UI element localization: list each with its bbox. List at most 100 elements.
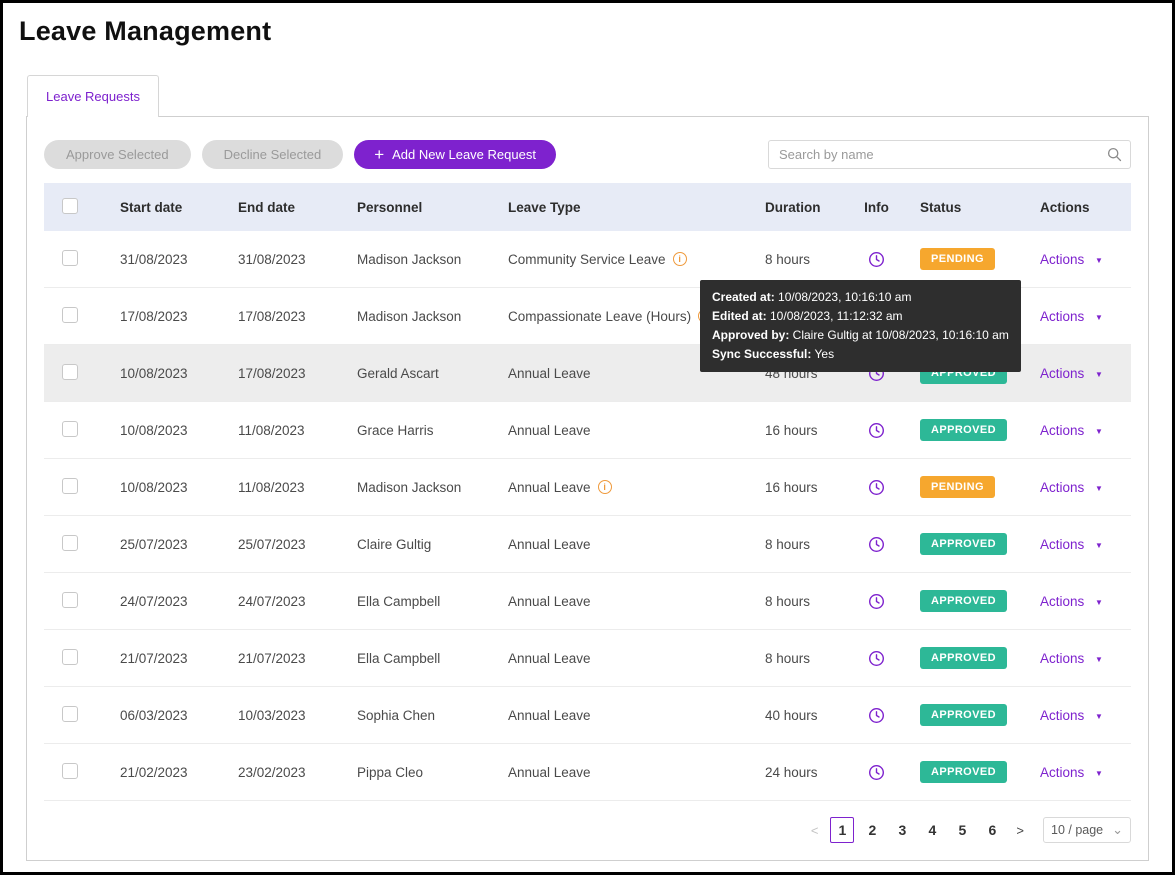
status-badge: APPROVED bbox=[920, 590, 1007, 612]
leave-info-icon[interactable]: i bbox=[598, 480, 612, 494]
caret-down-icon: ▼ bbox=[1095, 712, 1103, 721]
personnel-cell: Ella Campbell bbox=[341, 594, 492, 609]
actions-link-label: Actions bbox=[1040, 309, 1084, 324]
add-leave-request-button[interactable]: + Add New Leave Request bbox=[354, 140, 556, 169]
actions-link[interactable]: Actions ▼ bbox=[1040, 252, 1103, 267]
row-checkbox[interactable] bbox=[62, 250, 78, 266]
actions-link[interactable]: Actions ▼ bbox=[1040, 480, 1103, 495]
status-cell: APPROVED bbox=[904, 761, 1024, 783]
duration-cell: 8 hours bbox=[749, 594, 849, 609]
start-date-cell: 21/07/2023 bbox=[104, 651, 222, 666]
leave-info-icon[interactable]: i bbox=[673, 252, 687, 266]
actions-link-label: Actions bbox=[1040, 252, 1084, 267]
page-button-5[interactable]: 5 bbox=[950, 817, 974, 843]
personnel-cell: Sophia Chen bbox=[341, 708, 492, 723]
start-date-cell: 10/08/2023 bbox=[104, 366, 222, 381]
row-checkbox[interactable] bbox=[62, 592, 78, 608]
actions-link-label: Actions bbox=[1040, 651, 1084, 666]
tooltip: Created at: 10/08/2023, 10:16:10 amEdite… bbox=[700, 280, 1021, 372]
info-cell bbox=[849, 764, 904, 781]
info-cell bbox=[849, 650, 904, 667]
decline-selected-button[interactable]: Decline Selected bbox=[202, 140, 344, 169]
caret-down-icon: ▼ bbox=[1095, 313, 1103, 322]
toolbar: Approve Selected Decline Selected + Add … bbox=[44, 140, 1131, 169]
actions-link-label: Actions bbox=[1040, 765, 1084, 780]
clock-icon[interactable] bbox=[868, 650, 885, 667]
actions-link-label: Actions bbox=[1040, 537, 1084, 552]
caret-down-icon: ▼ bbox=[1095, 370, 1103, 379]
actions-cell: Actions ▼ bbox=[1024, 423, 1131, 438]
actions-link-label: Actions bbox=[1040, 594, 1084, 609]
pagination: < 123456 > 10 / page ⌄ bbox=[44, 817, 1131, 843]
leave-type-cell: Annual Leave bbox=[492, 594, 749, 609]
actions-link[interactable]: Actions ▼ bbox=[1040, 537, 1103, 552]
col-header-start-date: Start date bbox=[104, 200, 222, 215]
select-all-checkbox[interactable] bbox=[62, 198, 78, 214]
page-size-select[interactable]: 10 / page ⌄ bbox=[1043, 817, 1131, 843]
page-button-2[interactable]: 2 bbox=[860, 817, 884, 843]
end-date-cell: 11/08/2023 bbox=[222, 423, 341, 438]
page-button-3[interactable]: 3 bbox=[890, 817, 914, 843]
page-button-6[interactable]: 6 bbox=[980, 817, 1004, 843]
table-header: Start date End date Personnel Leave Type… bbox=[44, 183, 1131, 231]
clock-icon[interactable] bbox=[868, 536, 885, 553]
clock-icon[interactable] bbox=[868, 251, 885, 268]
table-row: 10/08/2023 11/08/2023 Grace Harris Annua… bbox=[44, 402, 1131, 459]
start-date-cell: 17/08/2023 bbox=[104, 309, 222, 324]
actions-link[interactable]: Actions ▼ bbox=[1040, 651, 1103, 666]
search-input[interactable] bbox=[769, 147, 1107, 162]
status-badge: APPROVED bbox=[920, 647, 1007, 669]
row-checkbox[interactable] bbox=[62, 763, 78, 779]
leave-requests-panel: Approve Selected Decline Selected + Add … bbox=[26, 116, 1149, 861]
col-header-status: Status bbox=[904, 200, 1024, 215]
leave-type-cell: Community Service Leave i bbox=[492, 252, 749, 267]
prev-page-icon[interactable]: < bbox=[802, 823, 828, 838]
approve-selected-button[interactable]: Approve Selected bbox=[44, 140, 191, 169]
table-row: 10/08/2023 11/08/2023 Madison Jackson An… bbox=[44, 459, 1131, 516]
actions-link-label: Actions bbox=[1040, 708, 1084, 723]
personnel-cell: Madison Jackson bbox=[341, 252, 492, 267]
row-checkbox[interactable] bbox=[62, 364, 78, 380]
actions-cell: Actions ▼ bbox=[1024, 480, 1131, 495]
personnel-cell: Pippa Cleo bbox=[341, 765, 492, 780]
leave-type-text: Annual Leave bbox=[508, 594, 591, 609]
status-badge: APPROVED bbox=[920, 704, 1007, 726]
actions-link[interactable]: Actions ▼ bbox=[1040, 708, 1103, 723]
clock-icon[interactable] bbox=[868, 764, 885, 781]
duration-cell: 16 hours bbox=[749, 423, 849, 438]
end-date-cell: 31/08/2023 bbox=[222, 252, 341, 267]
clock-icon[interactable] bbox=[868, 422, 885, 439]
actions-link[interactable]: Actions ▼ bbox=[1040, 309, 1103, 324]
tab-leave-requests[interactable]: Leave Requests bbox=[27, 75, 159, 117]
leave-type-cell: Annual Leave bbox=[492, 423, 749, 438]
actions-cell: Actions ▼ bbox=[1024, 252, 1131, 267]
leave-type-text: Annual Leave bbox=[508, 765, 591, 780]
row-checkbox[interactable] bbox=[62, 478, 78, 494]
personnel-cell: Madison Jackson bbox=[341, 309, 492, 324]
clock-icon[interactable] bbox=[868, 479, 885, 496]
actions-link[interactable]: Actions ▼ bbox=[1040, 765, 1103, 780]
row-checkbox[interactable] bbox=[62, 535, 78, 551]
row-checkbox[interactable] bbox=[62, 307, 78, 323]
caret-down-icon: ▼ bbox=[1095, 427, 1103, 436]
page-button-1[interactable]: 1 bbox=[830, 817, 854, 843]
clock-icon[interactable] bbox=[868, 593, 885, 610]
row-checkbox[interactable] bbox=[62, 421, 78, 437]
caret-down-icon: ▼ bbox=[1095, 541, 1103, 550]
tab-label: Leave Requests bbox=[46, 89, 140, 104]
actions-cell: Actions ▼ bbox=[1024, 708, 1131, 723]
clock-icon[interactable] bbox=[868, 707, 885, 724]
next-page-icon[interactable]: > bbox=[1007, 823, 1033, 838]
actions-link[interactable]: Actions ▼ bbox=[1040, 423, 1103, 438]
page-button-4[interactable]: 4 bbox=[920, 817, 944, 843]
end-date-cell: 24/07/2023 bbox=[222, 594, 341, 609]
caret-down-icon: ▼ bbox=[1095, 256, 1103, 265]
row-checkbox[interactable] bbox=[62, 706, 78, 722]
status-cell: PENDING bbox=[904, 476, 1024, 498]
plus-icon: + bbox=[374, 145, 384, 165]
actions-link-label: Actions bbox=[1040, 423, 1084, 438]
actions-link[interactable]: Actions ▼ bbox=[1040, 594, 1103, 609]
row-checkbox[interactable] bbox=[62, 649, 78, 665]
actions-link[interactable]: Actions ▼ bbox=[1040, 366, 1103, 381]
table-row: 21/02/2023 23/02/2023 Pippa Cleo Annual … bbox=[44, 744, 1131, 801]
